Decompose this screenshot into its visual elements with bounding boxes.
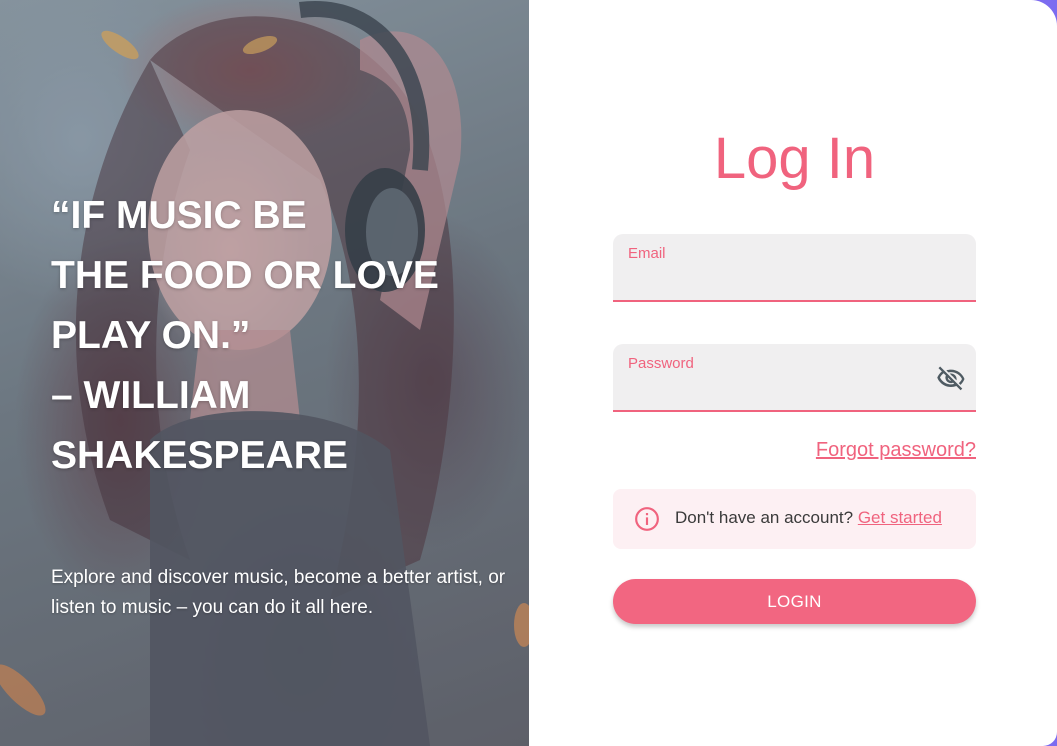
password-input[interactable] bbox=[628, 377, 932, 405]
email-field[interactable]: Email bbox=[613, 234, 976, 302]
hero-tagline: Explore and discover music, become a bet… bbox=[51, 567, 506, 618]
get-started-link[interactable]: Get started bbox=[858, 508, 942, 527]
login-card: “If music be the food or love play on.” … bbox=[0, 0, 1057, 746]
password-field[interactable]: Password bbox=[613, 344, 976, 412]
email-label: Email bbox=[628, 245, 666, 262]
hero-quote: “If music be the food or love play on.” … bbox=[51, 194, 439, 477]
signup-prompt: Don't have an account? Get started bbox=[675, 508, 942, 528]
info-circle-icon bbox=[635, 507, 659, 531]
password-label: Password bbox=[628, 355, 694, 372]
eye-off-icon[interactable] bbox=[936, 364, 966, 394]
hero-panel: “If music be the food or love play on.” … bbox=[0, 0, 529, 746]
signup-notice: Don't have an account? Get started bbox=[613, 489, 976, 549]
login-form-panel: Log In Email Password Forgot password? D… bbox=[529, 0, 1057, 746]
page-title: Log In bbox=[713, 126, 876, 191]
email-input[interactable] bbox=[628, 267, 932, 295]
signup-prompt-text: Don't have an account? bbox=[675, 508, 854, 527]
forgot-password-link[interactable]: Forgot password? bbox=[816, 439, 976, 462]
login-button[interactable]: Login bbox=[613, 579, 976, 624]
